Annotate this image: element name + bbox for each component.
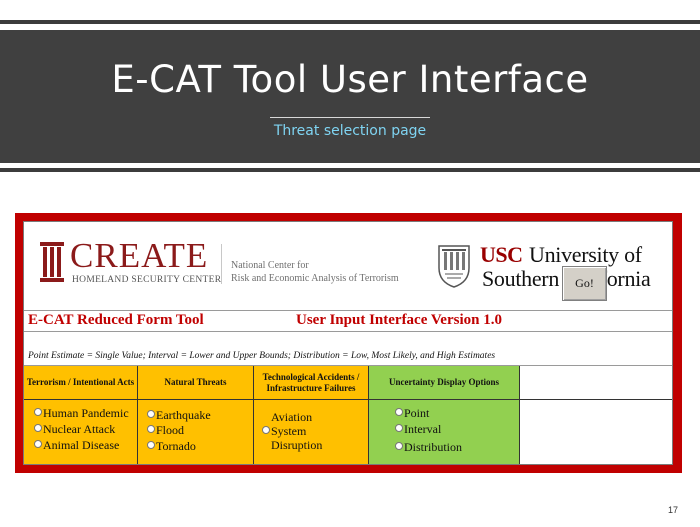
page-number: 17 (668, 505, 679, 515)
create-logo-wordmark: CREATE (70, 236, 209, 275)
title-underline (270, 117, 430, 118)
radio-icon[interactable] (147, 425, 155, 433)
top-rule (0, 20, 700, 24)
header-uncertainty: Uncertainty Display Options (369, 366, 520, 400)
slide-subtitle: Threat selection page (273, 123, 427, 139)
logo-divider (221, 244, 222, 284)
threat-selection-grid: Terrorism / Intentional Acts Natural Thr… (24, 366, 672, 464)
radio-aviation-system-disruption[interactable]: System (262, 424, 306, 438)
cell-go (520, 400, 672, 464)
radio-icon[interactable] (147, 410, 155, 418)
header-terrorism: Terrorism / Intentional Acts (24, 366, 138, 400)
cell-terrorism: Human Pandemic Nuclear Attack Animal Dis… (24, 400, 138, 464)
radio-tornado[interactable]: Tornado (147, 439, 196, 453)
tool-version: User Input Interface Version 1.0 (296, 312, 502, 328)
disruption-label: Disruption (271, 438, 323, 452)
tool-title-row: E-CAT Reduced Form Tool User Input Inter… (24, 310, 672, 332)
legend-row: Point Estimate = Single Value; Interval … (24, 332, 672, 366)
radio-flood[interactable]: Flood (147, 423, 184, 437)
usc-seal-icon (438, 245, 470, 288)
go-button[interactable]: Go! (562, 266, 607, 301)
radio-nuclear-attack[interactable]: Nuclear Attack (34, 422, 115, 436)
radio-distribution[interactable]: Distribution (395, 440, 462, 454)
estimate-legend: Point Estimate = Single Value; Interval … (28, 351, 496, 361)
cell-uncertainty: Point Interval Distribution (369, 400, 520, 464)
radio-icon[interactable] (34, 424, 42, 432)
header-empty (520, 366, 672, 400)
bottom-rule (0, 168, 700, 172)
radio-icon[interactable] (395, 424, 403, 432)
create-description-line1: National Center for (231, 260, 309, 271)
radio-point[interactable]: Point (395, 406, 429, 420)
radio-interval[interactable]: Interval (395, 422, 441, 436)
radio-icon[interactable] (395, 408, 403, 416)
radio-icon[interactable] (147, 441, 155, 449)
radio-icon[interactable] (34, 440, 42, 448)
radio-human-pandemic[interactable]: Human Pandemic (34, 406, 129, 420)
usc-logo-mark: USC (480, 242, 523, 267)
radio-icon[interactable] (395, 442, 403, 450)
header-technological: Technological Accidents / Infrastructure… (254, 366, 369, 400)
slide-title: E-CAT Tool User Interface (111, 58, 589, 101)
header-natural-threats: Natural Threats (138, 366, 254, 400)
radio-earthquake[interactable]: Earthquake (147, 408, 211, 422)
aviation-label: Aviation (271, 410, 313, 424)
create-pillar-icon (40, 242, 64, 282)
cell-natural-threats: Earthquake Flood Tornado (138, 400, 254, 464)
usc-name-line1: University of (529, 242, 642, 267)
radio-icon[interactable] (34, 408, 42, 416)
cell-technological: Aviation System Disruption (254, 400, 369, 464)
radio-icon[interactable] (262, 426, 270, 434)
radio-animal-disease[interactable]: Animal Disease (34, 438, 119, 452)
create-logo-subtitle: HOMELAND SECURITY CENTER (72, 275, 222, 285)
tool-name: E-CAT Reduced Form Tool (28, 312, 204, 328)
create-description-line2: Risk and Economic Analysis of Terrorism (231, 273, 399, 284)
ecat-window: CREATE HOMELAND SECURITY CENTER National… (23, 221, 673, 465)
